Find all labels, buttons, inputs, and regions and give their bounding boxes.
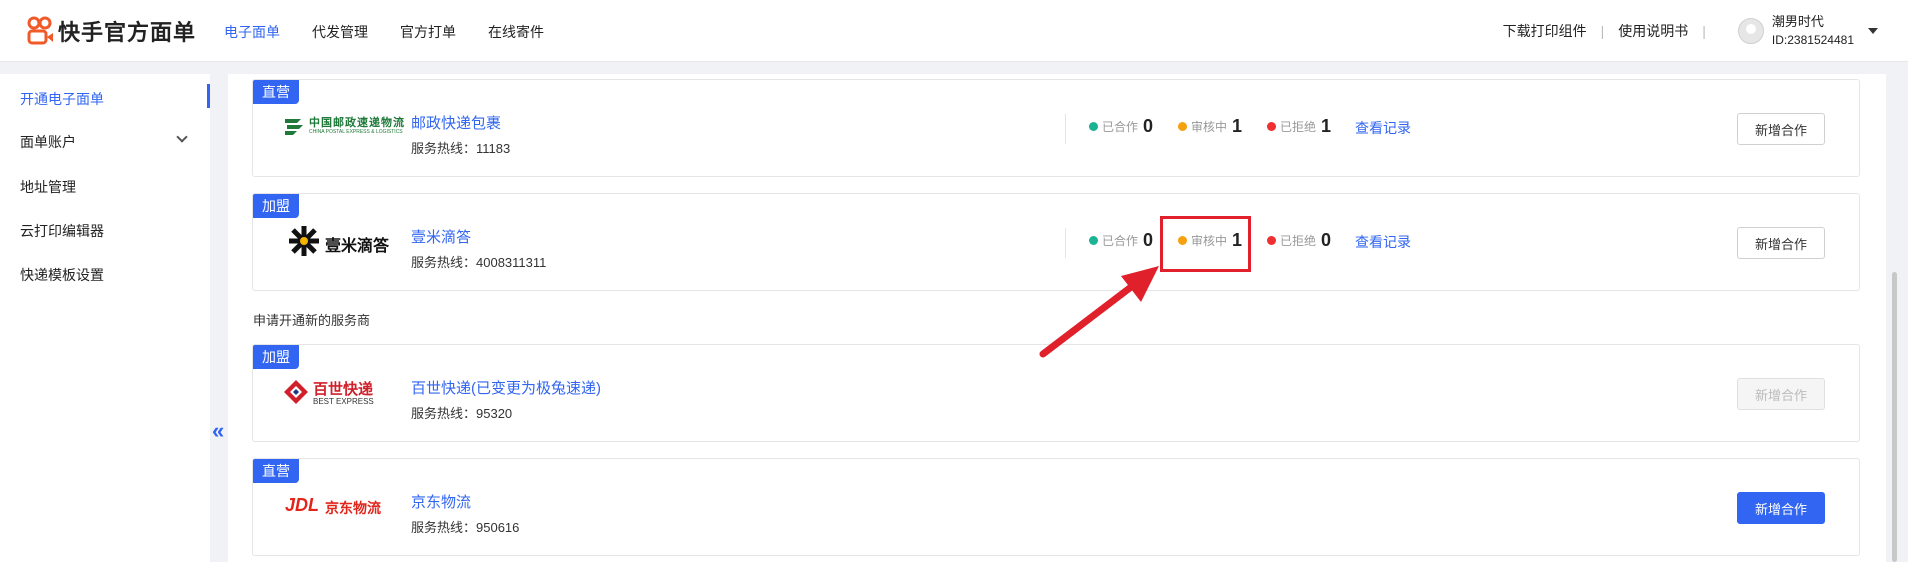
sidebar: 开通电子面单 面单账户 地址管理 云打印编辑器 快递模板设置	[0, 74, 210, 562]
stat-cooperating: 已合作 0	[1089, 230, 1153, 251]
kuaishou-logo-icon	[27, 16, 53, 45]
scroll-thumb[interactable]	[1892, 272, 1897, 562]
add-cooperation-button[interactable]: 新增合作	[1737, 492, 1825, 524]
app-title: 快手官方面单	[58, 20, 197, 45]
scrollbar[interactable]	[1892, 62, 1900, 562]
jdl-mark: JDL	[285, 495, 320, 515]
top-header: 快手官方面单 电子面单 代发管理 官方打单 在线寄件 下载打印组件 | 使用说明…	[0, 0, 1908, 62]
nav-online-shipping[interactable]: 在线寄件	[488, 22, 544, 42]
section-title: 申请开通新的服务商	[253, 313, 371, 328]
best-logo-text: 百世快递	[313, 381, 374, 398]
stat-count: 0	[1143, 116, 1154, 136]
stat-rejected: 已拒绝 0	[1267, 230, 1331, 251]
jdl-logo-text: 京东物流	[325, 500, 381, 516]
service-hotline: 服务热线：95320	[411, 406, 513, 421]
service-hotline: 服务热线：11183	[411, 141, 511, 156]
user-menu[interactable]: 潮男时代 ID:2381524481	[1737, 13, 1878, 49]
ems-logo-subtext: CHINA POSTAL EXPRESS & LOGISTICS	[309, 129, 403, 135]
best-logo: 百世快递 BEST EXPRESS	[283, 375, 413, 415]
red-dot-icon	[1267, 122, 1276, 131]
view-records-link[interactable]: 查看记录	[1355, 232, 1411, 252]
sidebar-item-address[interactable]: 地址管理	[20, 177, 76, 197]
highlight-box	[1160, 216, 1251, 272]
top-nav: 电子面单 代发管理 官方打单 在线寄件	[224, 22, 576, 42]
carrier-name-link[interactable]: 邮政快递包裹	[411, 112, 501, 133]
stat-count: 1	[1232, 116, 1243, 136]
add-cooperation-button[interactable]: 新增合作	[1737, 227, 1825, 259]
divider: |	[1702, 23, 1706, 39]
nav-proxy-management[interactable]: 代发管理	[312, 22, 368, 42]
app-logo[interactable]: 快手官方面单	[26, 15, 196, 47]
stat-label: 已合作	[1102, 120, 1139, 134]
user-manual-link[interactable]: 使用说明书	[1618, 21, 1688, 41]
carrier-card-jdl: 直营 JDL 京东物流 京东物流 服务热线：950616 新增合作	[252, 458, 1860, 556]
nav-electronic-waybill[interactable]: 电子面单	[224, 22, 280, 42]
add-cooperation-button[interactable]: 新增合作	[1737, 113, 1825, 145]
annotation-arrow-icon	[1039, 266, 1159, 358]
divider: |	[1600, 23, 1605, 39]
carrier-type-tag: 加盟	[253, 345, 299, 369]
ems-mark-icon	[285, 119, 303, 135]
orange-dot-icon	[1178, 122, 1187, 131]
stat-rejected: 已拒绝 1	[1267, 116, 1331, 137]
carrier-type-tag: 加盟	[253, 194, 299, 218]
user-info: 潮男时代 ID:2381524481	[1772, 13, 1854, 49]
carrier-type-tag: 直营	[253, 80, 299, 104]
jdl-logo: JDL 京东物流	[283, 489, 413, 529]
best-logo-subtext: BEST EXPRESS	[313, 397, 374, 406]
sidebar-item-cloud-print-editor[interactable]: 云打印编辑器	[20, 221, 104, 241]
yimi-logo-text: 壹米滴答	[325, 238, 390, 255]
add-cooperation-button[interactable]: 新增合作	[1737, 378, 1825, 410]
stat-label: 已拒绝	[1280, 120, 1317, 134]
collapse-sidebar-icon[interactable]: «	[212, 418, 224, 444]
stat-count: 0	[1321, 230, 1332, 250]
avatar	[1737, 18, 1764, 44]
stat-label: 已合作	[1102, 234, 1139, 248]
stat-reviewing: 审核中 1	[1178, 116, 1242, 137]
view-records-link[interactable]: 查看记录	[1355, 118, 1411, 138]
red-dot-icon	[1267, 236, 1276, 245]
carrier-name-link[interactable]: 京东物流	[411, 491, 471, 512]
stat-count: 1	[1321, 116, 1332, 136]
carrier-name-link[interactable]: 百世快递(已变更为极兔速递)	[411, 377, 601, 398]
green-dot-icon	[1089, 122, 1098, 131]
nav-official-printing[interactable]: 官方打单	[400, 22, 456, 42]
sidebar-item-waybill-account[interactable]: 面单账户	[20, 132, 76, 152]
user-name: 潮男时代	[1771, 14, 1824, 29]
download-print-component-link[interactable]: 下载打印组件	[1503, 21, 1587, 41]
user-id: ID:2381524481	[1771, 33, 1854, 47]
sidebar-item-template-settings[interactable]: 快递模板设置	[20, 265, 104, 285]
stat-label: 已拒绝	[1280, 234, 1317, 248]
stat-label: 审核中	[1191, 120, 1228, 134]
active-indicator	[207, 84, 210, 108]
divider	[1065, 228, 1066, 258]
header-right: 下载打印组件 | 使用说明书 | 潮男时代 ID:2381524481	[1503, 0, 1878, 62]
ems-logo-text: 中国邮政速递物流	[309, 117, 405, 129]
best-mark-icon	[284, 380, 308, 404]
service-hotline: 服务热线：950616	[411, 520, 520, 535]
stat-count: 0	[1143, 230, 1154, 250]
green-dot-icon	[1089, 236, 1098, 245]
stat-cooperating: 已合作 0	[1089, 116, 1153, 137]
sidebar-item-open-waybill[interactable]: 开通电子面单	[20, 89, 104, 109]
service-hotline: 服务热线：4008311311	[411, 255, 547, 270]
caret-down-icon[interactable]	[1868, 28, 1878, 34]
ems-logo: 中国邮政速递物流 CHINA POSTAL EXPRESS & LOGISTIC…	[283, 110, 413, 150]
yimi-mark-icon	[289, 226, 319, 256]
carrier-type-tag: 直营	[253, 459, 299, 483]
divider	[1065, 114, 1066, 144]
carrier-name-link[interactable]: 壹米滴答	[411, 226, 471, 247]
yimi-logo: 壹米滴答	[283, 224, 413, 264]
carrier-card-ems: 直营 中国邮政速递物流 CHINA POSTAL EXPRESS & LOGIS…	[252, 79, 1860, 177]
